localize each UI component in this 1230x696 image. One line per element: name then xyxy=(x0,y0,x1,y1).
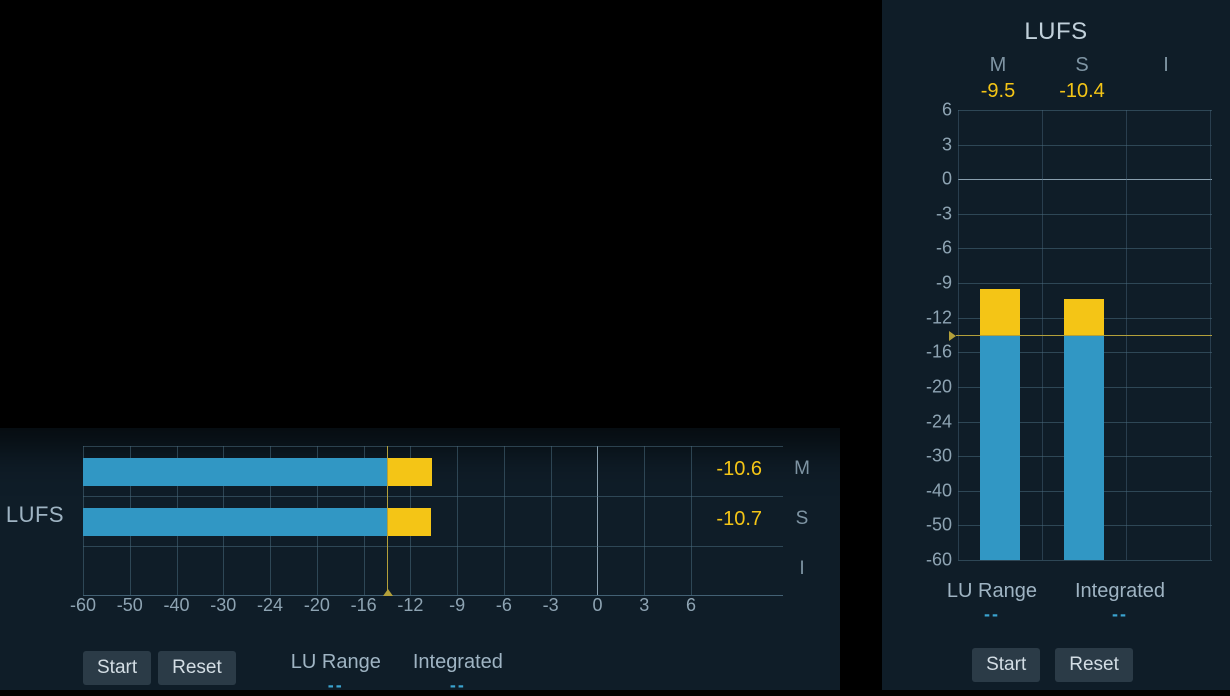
lufs-horizontal-footer: Start Reset LU Range -- Integrated -- xyxy=(83,651,703,691)
integrated-metric: Integrated -- xyxy=(1075,580,1165,625)
meter-bar-m xyxy=(83,458,387,486)
grid-line xyxy=(597,446,598,595)
lu-range-value: -- xyxy=(328,675,344,696)
axis-tick: -60 xyxy=(918,550,952,571)
axis-tick: -20 xyxy=(297,595,337,616)
integrated-label: Integrated xyxy=(1075,580,1165,603)
reset-button[interactable]: Reset xyxy=(1055,648,1133,682)
axis-tick: 6 xyxy=(671,595,711,616)
axis-tick: -6 xyxy=(918,238,952,259)
axis-tick: 0 xyxy=(918,169,952,190)
lufs-value-m: -10.6 xyxy=(692,458,762,481)
axis-tick: -50 xyxy=(918,515,952,536)
target-marker xyxy=(387,446,388,595)
grid-line xyxy=(504,446,505,595)
axis-tick: -50 xyxy=(110,595,150,616)
meter-peak-m xyxy=(980,289,1020,335)
axis-tick: -12 xyxy=(390,595,430,616)
lu-range-label: LU Range xyxy=(947,580,1037,603)
grid-line xyxy=(644,446,645,595)
lu-range-metric: LU Range -- xyxy=(947,580,1037,625)
lufs-vertical-buttons: Start Reset xyxy=(882,648,1230,682)
meter-peak-m xyxy=(387,458,432,486)
axis-tick: 3 xyxy=(918,134,952,155)
lufs-label-m: M xyxy=(790,458,814,480)
grid-line xyxy=(83,496,783,497)
axis-tick: -16 xyxy=(918,342,952,363)
lufs-vertical-metrics: LU Range -- Integrated -- xyxy=(882,580,1230,625)
axis-tick: -6 xyxy=(484,595,524,616)
grid-line xyxy=(958,248,1212,249)
integrated-label: Integrated xyxy=(413,651,503,674)
axis-tick: 0 xyxy=(577,595,617,616)
lufs-label-i: I xyxy=(790,558,814,580)
grid-line xyxy=(83,546,783,547)
grid-line xyxy=(958,560,1212,561)
axis-tick: -3 xyxy=(531,595,571,616)
axis-tick: -9 xyxy=(437,595,477,616)
reset-button[interactable]: Reset xyxy=(158,651,236,685)
integrated-value: -- xyxy=(1112,604,1128,625)
grid-line xyxy=(958,283,1212,284)
axis-tick: -40 xyxy=(157,595,197,616)
start-button[interactable]: Start xyxy=(972,648,1040,682)
axis-tick: -3 xyxy=(918,203,952,224)
axis-tick: 3 xyxy=(624,595,664,616)
axis-tick: 6 xyxy=(918,100,952,121)
axis-tick: -16 xyxy=(344,595,384,616)
axis-tick: -24 xyxy=(250,595,290,616)
lu-range-value: -- xyxy=(984,604,1000,625)
lufs-value-s: -10.7 xyxy=(692,508,762,531)
meter-bar-m xyxy=(980,335,1020,560)
lufs-label-s: S xyxy=(790,508,814,530)
lufs-title: LUFS xyxy=(882,18,1230,46)
axis-tick: -60 xyxy=(63,595,103,616)
meter-bar-s xyxy=(1064,335,1104,560)
grid-line xyxy=(958,145,1212,146)
grid-line xyxy=(958,179,1212,180)
start-button[interactable]: Start xyxy=(83,651,151,685)
meter-peak-s xyxy=(387,508,431,536)
axis-tick: -12 xyxy=(918,307,952,328)
lufs-title: LUFS xyxy=(0,502,70,528)
axis-tick: -9 xyxy=(918,273,952,294)
lufs-value-s: -10.4 xyxy=(1050,80,1114,103)
axis-tick: -40 xyxy=(918,480,952,501)
grid-line xyxy=(457,446,458,595)
grid-line xyxy=(958,214,1212,215)
meter-bar-s xyxy=(83,508,387,536)
axis-tick: -30 xyxy=(203,595,243,616)
lufs-label-s: S xyxy=(1050,54,1114,77)
axis-tick: -30 xyxy=(918,446,952,467)
lufs-vertical-panel: LUFS M S I -9.5 -10.4 LU Range -- Integr… xyxy=(882,0,1230,690)
lu-range-label: LU Range xyxy=(291,651,381,674)
lu-range-metric: LU Range -- xyxy=(291,651,381,696)
lufs-horizontal-panel: LUFS -10.6 M -10.7 S I Start Reset LU Ra… xyxy=(0,428,840,690)
integrated-value: -- xyxy=(450,675,466,696)
lufs-value-m: -9.5 xyxy=(966,80,1030,103)
axis-tick: -20 xyxy=(918,376,952,397)
axis-tick: -24 xyxy=(918,411,952,432)
lufs-label-m: M xyxy=(966,54,1030,77)
target-marker xyxy=(956,335,1212,336)
grid-line xyxy=(958,110,1212,111)
meter-peak-s xyxy=(1064,299,1104,335)
lufs-label-i: I xyxy=(1134,54,1198,77)
integrated-metric: Integrated -- xyxy=(413,651,503,696)
grid-line xyxy=(83,446,783,447)
grid-line xyxy=(551,446,552,595)
